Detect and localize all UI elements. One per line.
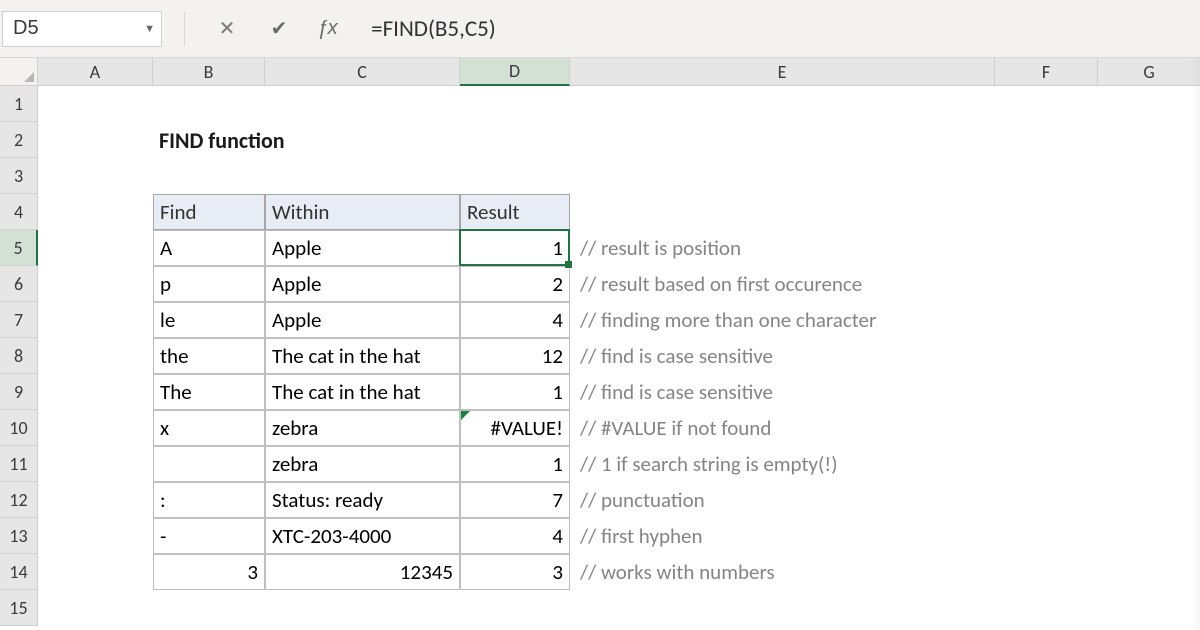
table-row[interactable]: 3: [460, 554, 570, 590]
column-header-E[interactable]: E: [570, 58, 995, 86]
comment-text: // result based on first occurence: [574, 266, 999, 302]
table-row[interactable]: 4: [460, 518, 570, 554]
table-row[interactable]: The: [153, 374, 265, 410]
table-row[interactable]: 3: [153, 554, 265, 590]
table-row[interactable]: 1: [460, 446, 570, 482]
row-header-14[interactable]: 14: [0, 554, 38, 590]
row-headers: 123456789101112131415: [0, 86, 38, 626]
row-header-4[interactable]: 4: [0, 194, 38, 230]
table-row[interactable]: 1: [460, 230, 570, 266]
column-header-A[interactable]: A: [38, 58, 153, 86]
table-row[interactable]: -: [153, 518, 265, 554]
comment-text: // works with numbers: [574, 554, 999, 590]
table-row[interactable]: the: [153, 338, 265, 374]
table-row[interactable]: The cat in the hat: [265, 374, 460, 410]
row-header-10[interactable]: 10: [0, 410, 38, 446]
formula-controls: ✕ ✔ ƒx: [180, 12, 337, 46]
table-row[interactable]: [153, 446, 265, 482]
row-header-13[interactable]: 13: [0, 518, 38, 554]
comment-text: // find is case sensitive: [574, 374, 999, 410]
table-row[interactable]: #VALUE!: [460, 410, 570, 446]
row-header-5[interactable]: 5: [0, 230, 38, 266]
row-header-6[interactable]: 6: [0, 266, 38, 302]
table-row[interactable]: Apple: [265, 266, 460, 302]
row-header-15[interactable]: 15: [0, 590, 38, 626]
table-row[interactable]: XTC-203-4000: [265, 518, 460, 554]
table-row[interactable]: 7: [460, 482, 570, 518]
formula-bar: D5 ▼ ✕ ✔ ƒx: [0, 0, 1200, 58]
table-row[interactable]: Apple: [265, 230, 460, 266]
table-row[interactable]: zebra: [265, 410, 460, 446]
comment-text: // #VALUE if not found: [574, 410, 999, 446]
comment-text: // result is position: [574, 230, 999, 266]
table-row[interactable]: The cat in the hat: [265, 338, 460, 374]
table-row[interactable]: Status: ready: [265, 482, 460, 518]
cancel-formula-icon[interactable]: ✕: [213, 15, 241, 43]
row-header-1[interactable]: 1: [0, 86, 38, 122]
row-header-11[interactable]: 11: [0, 446, 38, 482]
table-row[interactable]: le: [153, 302, 265, 338]
row-header-9[interactable]: 9: [0, 374, 38, 410]
table-row[interactable]: 2: [460, 266, 570, 302]
table-row[interactable]: p: [153, 266, 265, 302]
row-header-3[interactable]: 3: [0, 158, 38, 194]
comment-text: // find is case sensitive: [574, 338, 999, 374]
row-header-2[interactable]: 2: [0, 122, 38, 158]
table-header-find[interactable]: Find: [153, 194, 265, 230]
column-header-C[interactable]: C: [265, 58, 460, 86]
table-row[interactable]: 12: [460, 338, 570, 374]
table-row[interactable]: :: [153, 482, 265, 518]
row-header-8[interactable]: 8: [0, 338, 38, 374]
table-header-result[interactable]: Result: [460, 194, 570, 230]
column-header-B[interactable]: B: [153, 58, 265, 86]
comment-text: // 1 if search string is empty(!): [574, 446, 999, 482]
chevron-down-icon[interactable]: ▼: [144, 23, 155, 35]
table-header-within[interactable]: Within: [265, 194, 460, 230]
accept-formula-icon[interactable]: ✔: [265, 15, 293, 43]
table-row[interactable]: 4: [460, 302, 570, 338]
table-row[interactable]: Apple: [265, 302, 460, 338]
page-title: FIND function: [153, 122, 553, 158]
formula-input[interactable]: [365, 11, 1194, 47]
select-all-button[interactable]: [0, 58, 38, 86]
column-header-F[interactable]: F: [995, 58, 1098, 86]
name-box[interactable]: D5 ▼: [2, 11, 162, 47]
right-edge: [1190, 58, 1200, 630]
worksheet-grid: ABCDEFG 123456789101112131415 FIND funct…: [0, 58, 1200, 630]
column-headers: ABCDEFG: [38, 58, 1200, 86]
column-header-G[interactable]: G: [1098, 58, 1200, 86]
table-row[interactable]: zebra: [265, 446, 460, 482]
divider: [184, 12, 185, 46]
name-box-value: D5: [13, 17, 39, 40]
row-header-7[interactable]: 7: [0, 302, 38, 338]
table-row[interactable]: 12345: [265, 554, 460, 590]
table-row[interactable]: 1: [460, 374, 570, 410]
comment-text: // first hyphen: [574, 518, 999, 554]
column-header-D[interactable]: D: [460, 58, 570, 86]
comment-text: // finding more than one character: [574, 302, 999, 338]
row-header-12[interactable]: 12: [0, 482, 38, 518]
table-row[interactable]: A: [153, 230, 265, 266]
table-row[interactable]: x: [153, 410, 265, 446]
fx-icon[interactable]: ƒx: [317, 17, 337, 40]
comment-text: // punctuation: [574, 482, 999, 518]
